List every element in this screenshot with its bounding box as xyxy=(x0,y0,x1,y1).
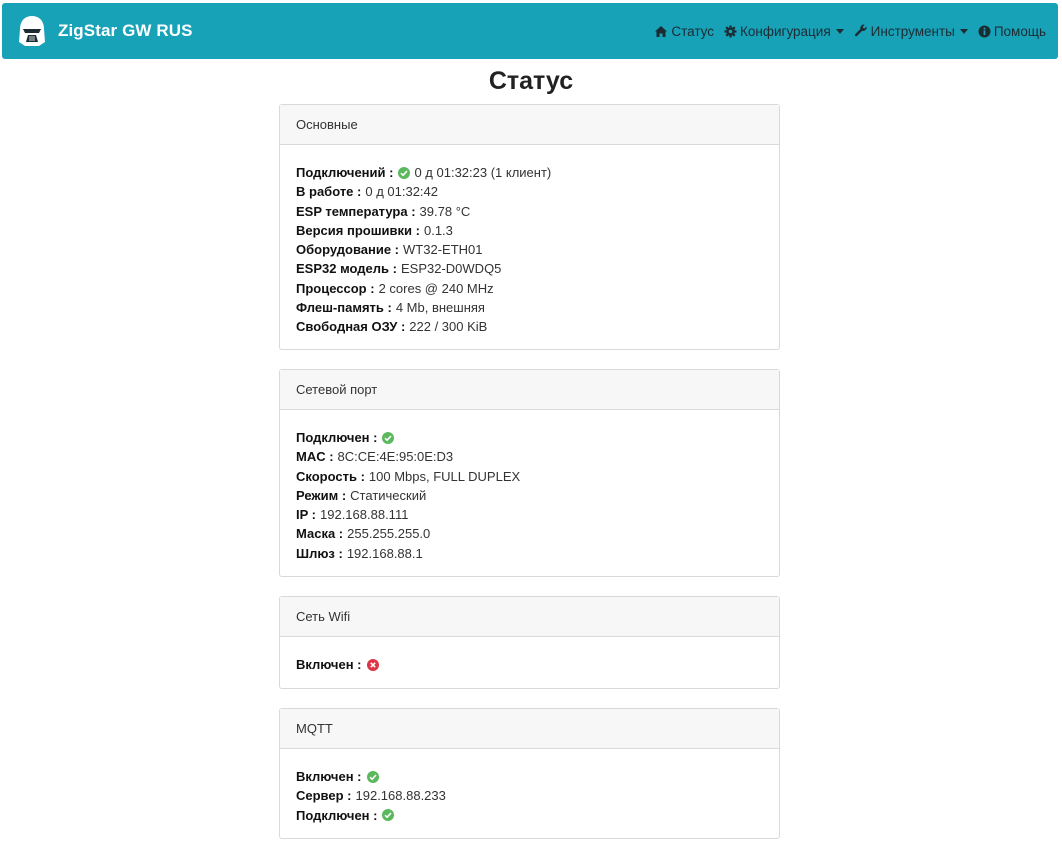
info-row: Включен : xyxy=(296,655,763,674)
wrench-icon xyxy=(854,24,867,37)
info-row: Версия прошивки :0.1.3 xyxy=(296,221,763,240)
info-row: Подключен : xyxy=(296,806,763,825)
check-circle-icon xyxy=(398,166,411,179)
info-label: Свободная ОЗУ : xyxy=(296,319,406,335)
card-main: Основные Подключений : 0 д 01:32:23 (1 кл… xyxy=(279,104,780,350)
info-row: Процессор :2 cores @ 240 MHz xyxy=(296,279,763,298)
info-value: 192.168.88.233 xyxy=(355,788,446,804)
app-title: ZigStar GW RUS xyxy=(58,21,193,40)
nav-config-label: Конфигурация xyxy=(740,23,831,39)
card-ethernet: Сетевой порт Подключен : MAC :8C:CE:4E:9… xyxy=(279,369,780,577)
info-label: Скорость : xyxy=(296,468,365,484)
info-row: Флеш-память :4 Mb, внешняя xyxy=(296,298,763,317)
card-ethernet-body: Подключен : MAC :8C:CE:4E:95:0E:D3 Скоро… xyxy=(280,410,779,579)
info-label: Версия прошивки : xyxy=(296,222,420,238)
chevron-down-icon xyxy=(959,28,968,34)
info-label: Сервер : xyxy=(296,788,352,804)
nav-config[interactable]: Конфигурация xyxy=(724,24,844,39)
info-label: Процессор : xyxy=(296,280,375,296)
info-label: Включен : xyxy=(296,769,362,784)
main-nav: Статус Конфигурация Инструменты Помощь xyxy=(654,24,1046,39)
check-circle-icon xyxy=(382,431,395,444)
info-label: Подключений : xyxy=(296,165,394,180)
info-row: ESP температура :39.78 °C xyxy=(296,202,763,221)
info-row: В работе :0 д 01:32:42 xyxy=(296,182,763,201)
card-wifi-header: Сеть Wifi xyxy=(280,597,779,637)
card-wifi: Сеть Wifi Включен : xyxy=(279,596,780,689)
card-main-body: Подключений : 0 д 01:32:23 (1 клиент) В р… xyxy=(280,145,779,353)
nav-tools[interactable]: Инструменты xyxy=(854,24,968,39)
x-circle-icon xyxy=(366,658,379,671)
brand[interactable]: ZigStar GW RUS xyxy=(14,13,193,49)
info-label: Режим : xyxy=(296,487,347,503)
info-row: Скорость :100 Mbps, FULL DUPLEX xyxy=(296,467,763,486)
info-circle-icon xyxy=(978,25,991,37)
info-label: IP : xyxy=(296,507,316,523)
info-row: MAC :8C:CE:4E:95:0E:D3 xyxy=(296,447,763,466)
info-row: Сервер :192.168.88.233 xyxy=(296,786,763,805)
info-label: В работе : xyxy=(296,184,362,200)
info-row: Маска :255.255.255.0 xyxy=(296,524,763,543)
info-label: MAC : xyxy=(296,449,334,465)
info-label: Включен : xyxy=(296,657,362,672)
card-mqtt: MQTT Включен : Сервер :192.168.88.233 По… xyxy=(279,708,780,839)
info-row: Подключен : xyxy=(296,428,763,447)
info-row: Оборудование : WT32-ETH01 xyxy=(296,240,763,259)
info-row: IP :192.168.88.111 xyxy=(296,505,763,524)
info-value: Статический xyxy=(350,487,427,503)
info-label: Шлюз : xyxy=(296,545,343,561)
info-value: 4 Mb, внешняя xyxy=(395,300,485,316)
info-label: ESP32 модель : xyxy=(296,261,397,277)
card-mqtt-body: Включен : Сервер :192.168.88.233 Подключ… xyxy=(280,749,779,841)
check-circle-icon xyxy=(366,770,379,783)
nav-status-label: Статус xyxy=(671,23,715,39)
nav-help-label: Помощь xyxy=(993,23,1046,39)
check-circle-icon xyxy=(382,809,395,822)
card-mqtt-header: MQTT xyxy=(280,709,779,749)
info-row: Включен : xyxy=(296,767,763,786)
info-row: ESP32 модель : ESP32-D0WDQ5 xyxy=(296,259,763,278)
nav-tools-label: Инструменты xyxy=(870,23,955,39)
info-value: WT32-ETH01 xyxy=(403,242,483,258)
nav-help[interactable]: Помощь xyxy=(978,24,1046,39)
info-value: 0 д 01:32:23 (1 клиент) xyxy=(414,165,552,180)
info-row: Свободная ОЗУ :222 / 300 KiB xyxy=(296,317,763,336)
info-value: 192.168.88.111 xyxy=(320,507,409,523)
info-label: Флеш-память : xyxy=(296,300,392,316)
info-value: ESP32-D0WDQ5 xyxy=(400,261,502,277)
info-row: Режим : Статический xyxy=(296,486,763,505)
nav-status[interactable]: Статус xyxy=(654,24,714,39)
info-label: ESP температура : xyxy=(296,203,416,219)
info-value: 255.255.255.0 xyxy=(347,526,431,542)
page-title: Статус xyxy=(488,67,574,95)
info-row: Шлюз :192.168.88.1 xyxy=(296,544,763,563)
card-ethernet-header: Сетевой порт xyxy=(280,370,779,410)
info-value: 222 / 300 KiB xyxy=(409,319,488,335)
info-label: Оборудование : xyxy=(296,242,400,258)
darth-vader-logo-icon xyxy=(14,13,50,49)
gear-icon xyxy=(724,25,737,37)
info-value: 8C:CE:4E:95:0E:D3 xyxy=(337,449,454,465)
info-label: Маска : xyxy=(296,526,344,542)
info-value: 100 Mbps, FULL DUPLEX xyxy=(368,468,521,484)
card-wifi-body: Включен : xyxy=(280,637,779,690)
info-label: Подключен : xyxy=(296,807,378,823)
chevron-down-icon xyxy=(835,28,844,34)
info-value: 0.1.3 xyxy=(423,222,453,238)
info-value: 0 д 01:32:42 xyxy=(365,184,439,200)
info-row: Подключений : 0 д 01:32:23 (1 клиент) xyxy=(296,163,763,182)
info-value: 39.78 °C xyxy=(419,203,471,219)
info-value: 192.168.88.1 xyxy=(346,545,423,561)
info-label: Подключен : xyxy=(296,430,378,445)
card-main-header: Основные xyxy=(280,105,779,145)
info-value: 2 cores @ 240 MHz xyxy=(378,280,494,296)
navbar: ZigStar GW RUS Статус Конфигурация Инстр… xyxy=(2,3,1058,59)
home-icon xyxy=(655,25,668,37)
